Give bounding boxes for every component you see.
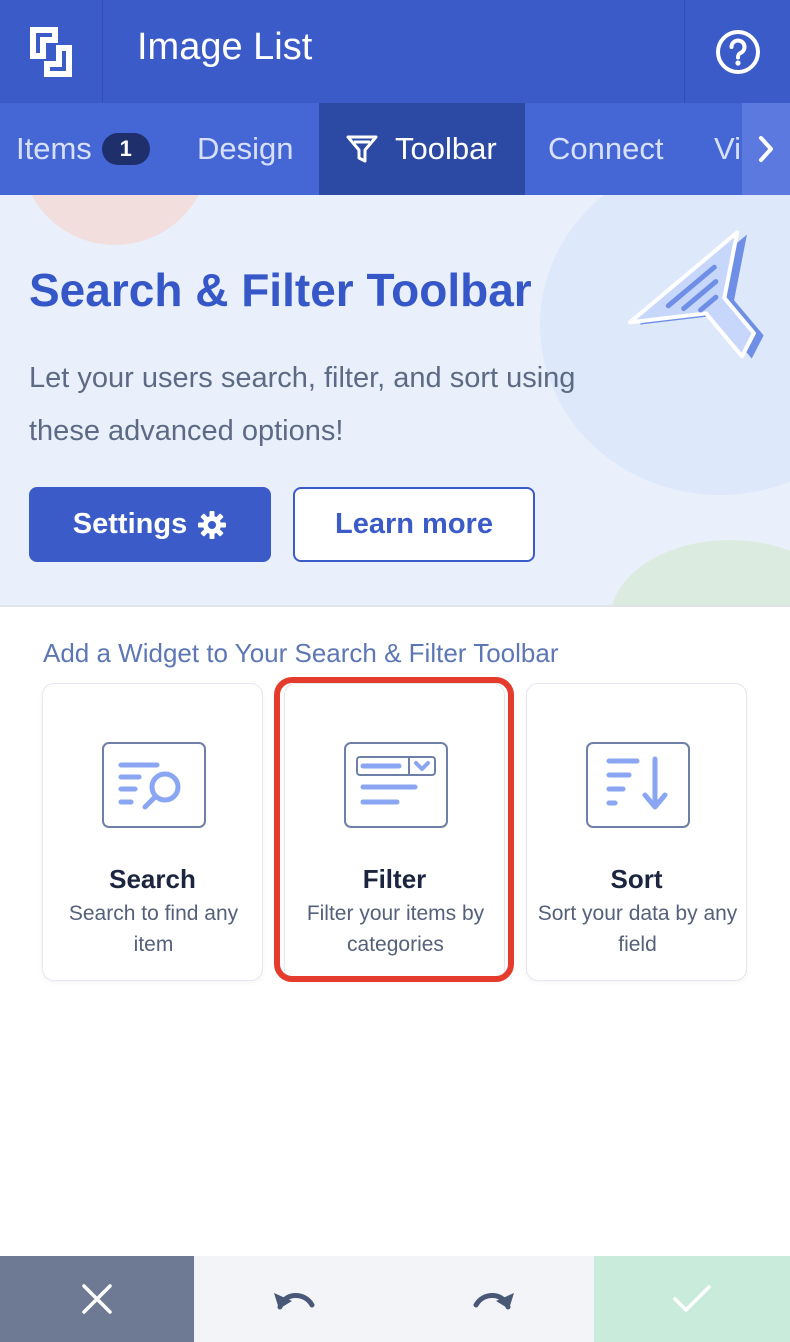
redo-button[interactable] — [394, 1256, 594, 1342]
decorative-blob — [20, 195, 210, 245]
brand-logo-icon — [30, 26, 72, 77]
search-widget-description: Search to find any item — [68, 902, 239, 956]
tab-items-label: Items — [16, 131, 92, 166]
tab-design[interactable]: Design — [197, 103, 294, 195]
sort-widget-description: Sort your data by any field — [537, 902, 738, 956]
tab-items[interactable]: Items 1 — [16, 103, 150, 195]
tabs-scroll-right-button[interactable] — [742, 103, 790, 195]
sort-widget-icon — [586, 742, 690, 828]
hero-subtitle: Let your users search, filter, and sort … — [29, 362, 576, 447]
undo-icon — [274, 1293, 315, 1310]
learn-more-button[interactable]: Learn more — [293, 487, 535, 562]
history-controls — [194, 1256, 594, 1342]
help-button[interactable] — [684, 0, 790, 103]
settings-button[interactable]: Settings — [29, 487, 271, 562]
sort-widget-card[interactable]: Sort Sort your data by any field — [526, 683, 747, 981]
redo-icon — [473, 1293, 514, 1310]
undo-button[interactable] — [194, 1256, 394, 1342]
page-title: Image List — [137, 26, 313, 68]
tab-bar: Items 1 Design Toolbar Connect Vi — [0, 103, 790, 195]
settings-button-label: Settings — [72, 508, 188, 540]
decorative-blob-green — [610, 540, 790, 605]
app-header: Image List — [0, 0, 790, 103]
hero-funnel-illustration-icon — [627, 230, 764, 359]
tab-toolbar-label: Toolbar — [395, 131, 497, 166]
search-widget-card[interactable]: Search Search to find any item — [42, 683, 263, 981]
tab-design-label: Design — [197, 131, 294, 166]
logo[interactable] — [0, 0, 103, 103]
tab-view[interactable]: Vi — [714, 103, 741, 195]
sort-widget-title: Sort — [610, 864, 663, 894]
widgets-section-title: Add a Widget to Your Search & Filter Too… — [43, 638, 559, 668]
search-widget-title: Search — [109, 864, 196, 894]
filter-widget-highlight — [274, 677, 514, 982]
confirm-button[interactable] — [594, 1256, 790, 1342]
tab-connect-label: Connect — [548, 131, 664, 166]
checkmark-icon — [673, 1285, 711, 1312]
gear-icon — [198, 510, 227, 539]
close-icon — [82, 1284, 112, 1314]
tab-toolbar[interactable]: Toolbar — [319, 103, 525, 195]
close-button[interactable] — [0, 1256, 194, 1342]
search-widget-icon — [102, 742, 206, 828]
hero-banner: Search & Filter Toolbar Let your users s… — [0, 195, 790, 607]
items-count-badge: 1 — [101, 133, 150, 165]
hero-title: Search & Filter Toolbar — [29, 264, 532, 316]
filter-funnel-icon — [346, 135, 378, 163]
bottom-action-bar — [0, 1256, 790, 1342]
question-circle-icon — [715, 29, 760, 74]
tab-connect[interactable]: Connect — [548, 103, 663, 195]
chevron-right-icon — [759, 136, 773, 162]
tab-view-label: Vi — [714, 131, 742, 166]
